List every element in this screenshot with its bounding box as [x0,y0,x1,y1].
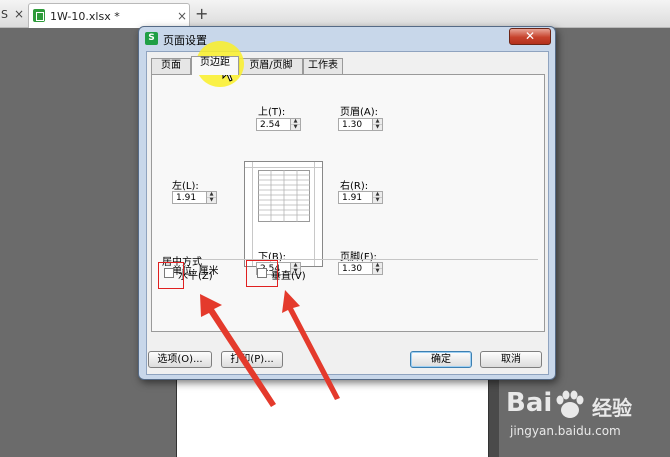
baidu-logo: Bai [506,388,553,418]
tab-margins-overlay[interactable]: 页边距 [191,56,239,75]
watermark-url: jingyan.baidu.com [510,424,621,438]
arrow-to-vertical [282,290,340,400]
baidu-watermark: Bai 经验 jingyan.baidu.com [506,380,666,450]
arrow-to-horizontal [200,294,276,407]
baidu-jingyan-text: 经验 [592,396,632,420]
paw-icon [556,390,584,418]
